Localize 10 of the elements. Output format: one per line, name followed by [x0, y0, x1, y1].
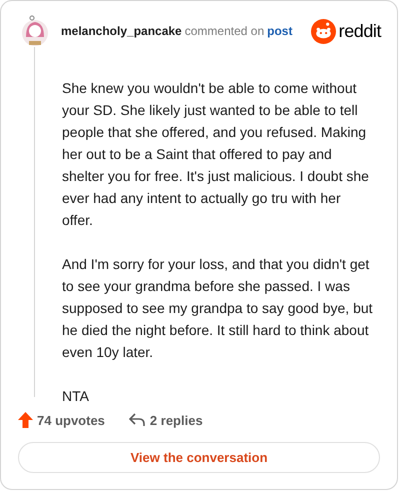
- upvote-count: 74 upvotes: [37, 412, 105, 430]
- username[interactable]: melancholy_pancake: [61, 22, 182, 40]
- comment-paragraph: She knew you wouldn't be able to come without your SD. She likely just wanted to be able to tell people that she offered, and you refused. Making her out to be a Saint that offered to pay and shelter you for free. It's just malicious. I doubt she ever had any intent to actually go tru with her offer.: [62, 79, 370, 230]
- comment-paragraph: And I'm sorry for your loss, and that you didn't get to see your grandma before she passed. I was supposed to see my grandpa to say good bye, but he died the night before. It still hard to think about even 10y later.: [62, 255, 374, 362]
- view-conversation-button[interactable]: View the conversation: [18, 442, 380, 473]
- comment-paragraph: NTA: [62, 387, 90, 406]
- brand-name: reddit: [338, 20, 381, 42]
- reply-count: 2 replies: [150, 412, 203, 430]
- post-link[interactable]: post: [267, 22, 292, 40]
- action-text: commented on: [184, 23, 264, 40]
